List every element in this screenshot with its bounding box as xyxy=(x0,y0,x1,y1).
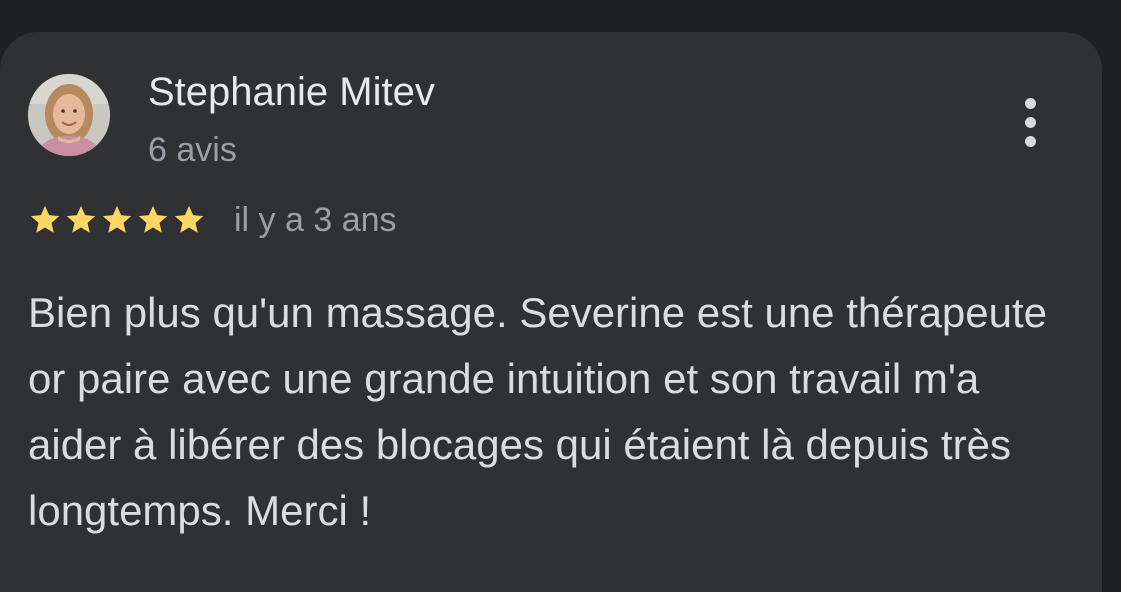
more-options-button[interactable] xyxy=(1010,92,1050,152)
more-vert-icon-dot xyxy=(1024,135,1036,147)
reviewer-avatar[interactable] xyxy=(28,74,110,156)
avatar-image xyxy=(28,74,110,156)
reviewer-review-count: 6 avis xyxy=(148,131,237,169)
review-text: Bien plus qu'un massage. Severine est un… xyxy=(28,289,1048,534)
star-rating xyxy=(28,203,206,237)
star-icon xyxy=(174,205,204,233)
star-icon xyxy=(30,205,60,233)
review-date: il y a 3 ans xyxy=(234,200,397,239)
star-icon xyxy=(66,205,96,233)
star-icon xyxy=(138,205,168,233)
star-icon xyxy=(102,205,132,233)
more-vert-icon xyxy=(1024,97,1036,109)
rating-row: il y a 3 ans xyxy=(28,198,397,242)
review-card: Stephanie Mitev 6 avis il y a 3 ans Bien… xyxy=(0,32,1102,592)
more-vert-icon-dot xyxy=(1024,116,1036,128)
reviewer-name[interactable]: Stephanie Mitev xyxy=(148,68,435,116)
